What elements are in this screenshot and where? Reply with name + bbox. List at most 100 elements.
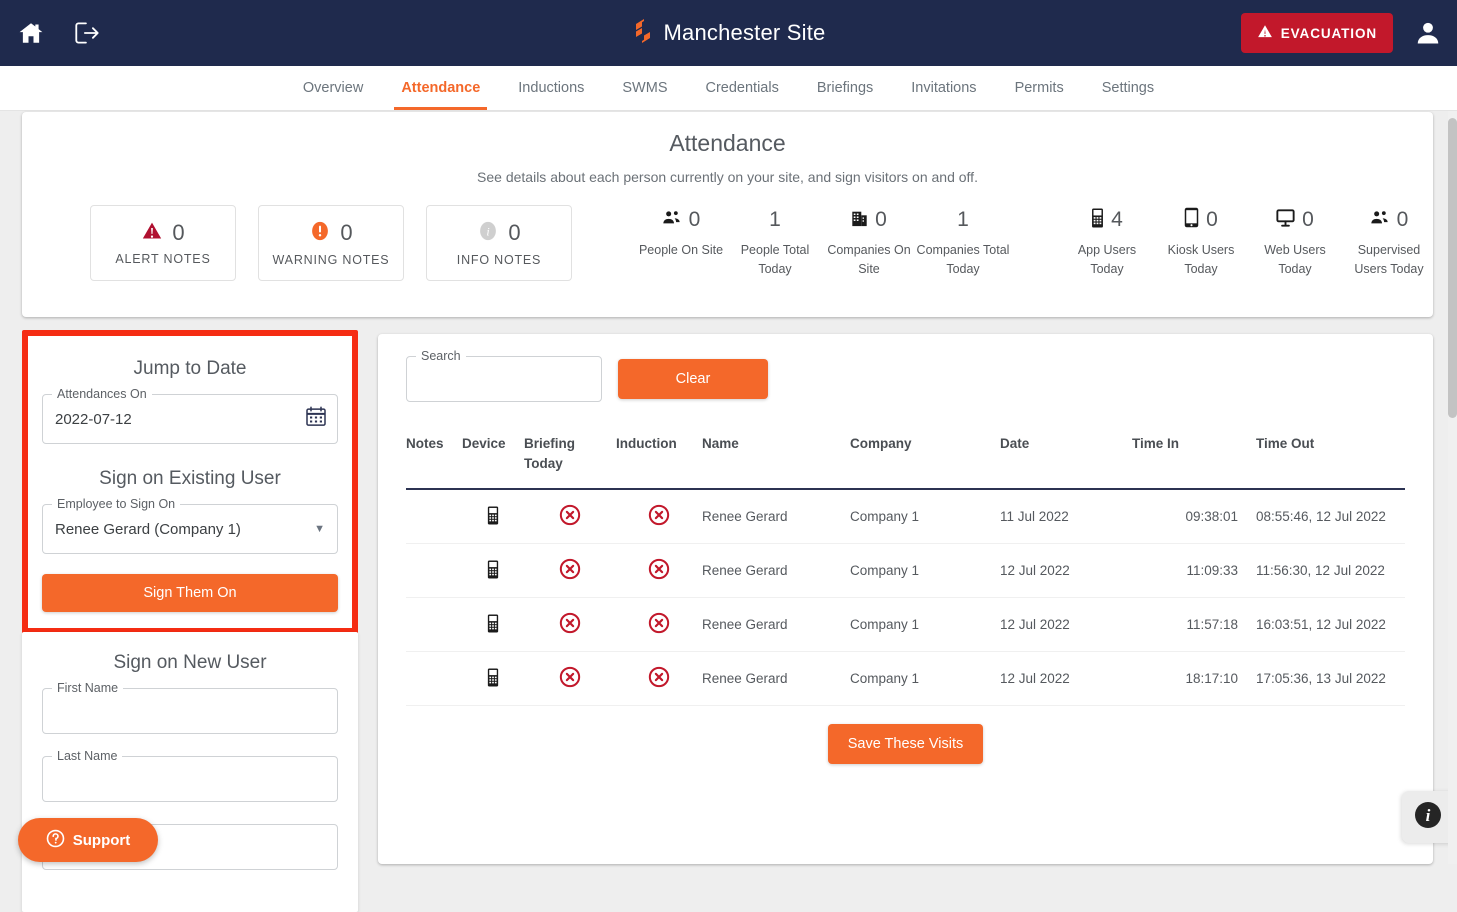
cell-briefing-today[interactable]: [524, 651, 616, 706]
column-header-induction[interactable]: Induction: [616, 428, 702, 489]
cell-time-out: 17:05:36, 13 Jul 2022: [1256, 651, 1405, 706]
cell-induction[interactable]: [616, 651, 702, 706]
cell-notes: [406, 651, 462, 706]
column-header-name[interactable]: Name: [702, 428, 850, 489]
mobile-phone-icon: [487, 614, 499, 636]
stat-value-row: 0: [141, 220, 185, 246]
info-circle-icon: i: [1413, 800, 1443, 835]
metric-value-row: 0: [851, 205, 887, 235]
tab-settings[interactable]: Settings: [1083, 66, 1173, 110]
tab-swms[interactable]: SWMS: [603, 66, 686, 110]
column-header-notes[interactable]: Notes: [406, 428, 462, 489]
column-header-time-out[interactable]: Time Out: [1256, 428, 1405, 489]
cell-briefing-today[interactable]: [524, 543, 616, 598]
tab-label: Briefings: [816, 80, 874, 96]
column-header-time-in[interactable]: Time In: [1132, 428, 1256, 489]
sign-them-on-button[interactable]: Sign Them On: [42, 574, 338, 612]
mobile-phone-icon: [1091, 207, 1104, 233]
metric-value: 0: [688, 208, 701, 231]
attendance-table-card: Search Clear Notes Device Briefing Today…: [378, 334, 1433, 864]
stat-alert-notes[interactable]: 0 ALERT NOTES: [90, 205, 236, 281]
support-button[interactable]: Support: [18, 818, 158, 862]
metric-value-row: 0: [1276, 205, 1314, 235]
cell-induction[interactable]: [616, 543, 702, 598]
metric-people-total-today: 1 People Total Today: [728, 205, 822, 279]
user-avatar-icon[interactable]: [1411, 16, 1445, 50]
table-header: Notes Device Briefing Today Induction Na…: [406, 428, 1405, 489]
tab-invitations[interactable]: Invitations: [892, 66, 995, 110]
page-scrollbar-thumb[interactable]: [1448, 118, 1457, 418]
attendance-summary-card: Attendance See details about each person…: [22, 112, 1433, 317]
warning-triangle-icon: [1257, 24, 1273, 42]
sign-on-new-user-panel: Sign on New User First Name Last Name: [22, 632, 358, 912]
info-circle-icon: i: [477, 220, 499, 247]
column-header-briefing-today[interactable]: Briefing Today: [524, 428, 616, 489]
metric-value: 4: [1111, 208, 1123, 231]
tab-permits[interactable]: Permits: [996, 66, 1083, 110]
save-these-visits-button[interactable]: Save These Visits: [827, 724, 984, 764]
nav-tab-list: Overview Attendance Inductions SWMS Cred…: [284, 66, 1173, 110]
metric-label: Companies On Site: [827, 243, 911, 276]
tablet-icon: [1184, 207, 1199, 233]
column-header-date[interactable]: Date: [1000, 428, 1132, 489]
tab-credentials[interactable]: Credentials: [687, 66, 798, 110]
employee-to-sign-on-select[interactable]: Employee to Sign On Renee Gerard (Compan…: [42, 497, 338, 554]
mobile-phone-icon: [487, 668, 499, 690]
device-metrics-group: 4 App Users Today 0 Kiosk Users Today 0 …: [1060, 205, 1436, 279]
attendances-on-date-field[interactable]: Attendances On 2022-07-12: [42, 387, 338, 444]
svg-text:i: i: [487, 224, 490, 238]
table-row[interactable]: Renee Gerard Company 1 12 Jul 2022 18:17…: [406, 651, 1405, 706]
column-header-company[interactable]: Company: [850, 428, 1000, 489]
stat-label: WARNING NOTES: [272, 252, 390, 267]
calendar-icon[interactable]: [305, 406, 327, 433]
metric-label: Kiosk Users Today: [1167, 243, 1235, 276]
cell-company: Company 1: [850, 597, 1000, 652]
cell-company: Company 1: [850, 543, 1000, 598]
last-name-field[interactable]: Last Name: [42, 749, 338, 802]
cell-briefing-today[interactable]: [524, 489, 616, 544]
top-bar-right-actions: EVACUATION: [1240, 0, 1445, 66]
page-title: Manchester Site: [663, 20, 826, 45]
cell-name: Renee Gerard: [702, 543, 850, 598]
metric-web-users-today: 0 Web Users Today: [1248, 205, 1342, 279]
column-header-device[interactable]: Device: [462, 428, 524, 489]
tab-attendance[interactable]: Attendance: [382, 66, 499, 110]
stat-value-row: 0: [309, 220, 353, 247]
search-input[interactable]: [407, 357, 601, 401]
desktop-monitor-icon: [1276, 208, 1295, 232]
red-x-circle-icon: [559, 612, 581, 637]
stat-label: ALERT NOTES: [115, 252, 211, 266]
home-icon[interactable]: [14, 16, 48, 50]
cell-induction[interactable]: [616, 597, 702, 652]
table-row[interactable]: Renee Gerard Company 1 11 Jul 2022 09:38…: [406, 489, 1405, 544]
cell-notes: [406, 489, 462, 544]
cell-device: [462, 489, 524, 544]
metric-value-row: 4: [1091, 205, 1123, 235]
clear-button[interactable]: Clear: [618, 359, 768, 399]
tab-briefings[interactable]: Briefings: [798, 66, 892, 110]
tab-inductions[interactable]: Inductions: [499, 66, 603, 110]
stat-value: 0: [340, 220, 353, 245]
metric-value: 0: [1396, 208, 1409, 231]
time-in-value: 09:38:01: [1185, 509, 1238, 524]
info-help-fab[interactable]: i: [1402, 791, 1454, 843]
chevron-down-icon[interactable]: ▼: [314, 523, 325, 535]
site-logo-icon: [632, 18, 654, 49]
stat-warning-notes[interactable]: 0 WARNING NOTES: [258, 205, 404, 281]
attendance-table: Notes Device Briefing Today Induction Na…: [406, 428, 1405, 706]
metric-label: Web Users Today: [1264, 243, 1326, 276]
stat-info-notes[interactable]: i 0 INFO NOTES: [426, 205, 572, 281]
metric-value: 0: [1302, 208, 1314, 231]
table-row[interactable]: Renee Gerard Company 1 12 Jul 2022 11:09…: [406, 543, 1405, 598]
employee-to-sign-on-value: Renee Gerard (Company 1): [55, 520, 241, 538]
evacuation-button[interactable]: EVACUATION: [1240, 13, 1393, 53]
metric-supervised-users-today: 0 Supervised Users Today: [1342, 205, 1436, 279]
supervised-people-icon: [1370, 210, 1390, 231]
tab-overview[interactable]: Overview: [284, 66, 382, 110]
cell-induction[interactable]: [616, 489, 702, 544]
logout-icon[interactable]: [70, 16, 104, 50]
table-row[interactable]: Renee Gerard Company 1 12 Jul 2022 11:57…: [406, 597, 1405, 652]
first-name-field[interactable]: First Name: [42, 681, 338, 734]
cell-time-in: 11:09:33: [1132, 543, 1256, 598]
cell-briefing-today[interactable]: [524, 597, 616, 652]
